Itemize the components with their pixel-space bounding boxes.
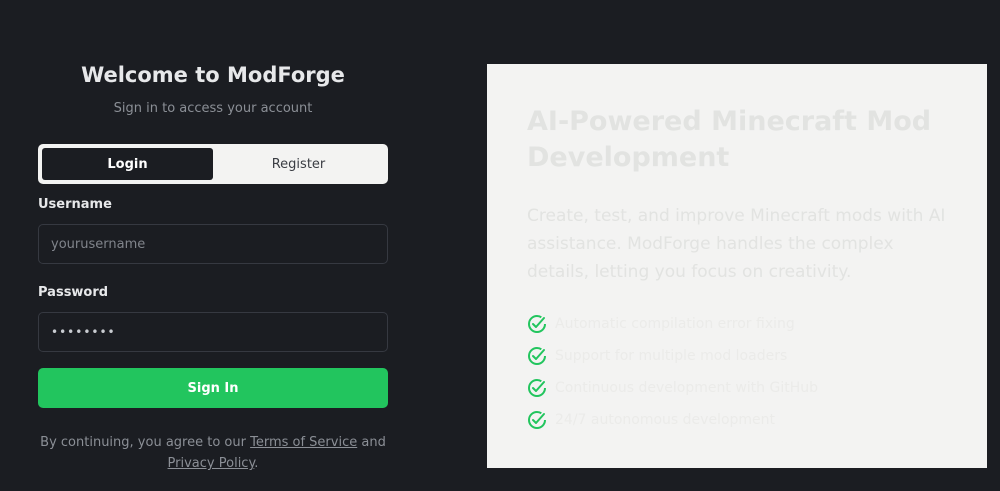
promo-panel: AI-Powered Minecraft Mod Development Cre… [487, 64, 987, 468]
feature-list: Automatic compilation error fixing Suppo… [527, 308, 818, 436]
legal-notice: By continuing, you agree to our Terms of… [38, 432, 388, 474]
feature-label: 24/7 autonomous development [555, 412, 776, 428]
sign-in-button[interactable]: Sign In [38, 368, 388, 408]
password-field[interactable]: •••••••• [38, 312, 388, 352]
feature-item: Support for multiple mod loaders [527, 340, 818, 372]
terms-link[interactable]: Terms of Service [250, 435, 357, 450]
auth-tabs: Login Register [38, 144, 388, 184]
page-subtitle: Sign in to access your account [113, 101, 313, 116]
check-circle-icon [527, 314, 547, 334]
username-field[interactable]: yourusername [38, 224, 388, 264]
feature-label: Continuous development with GitHub [555, 380, 818, 396]
password-value: •••••••• [51, 325, 116, 339]
check-circle-icon [527, 346, 547, 366]
legal-and: and [361, 435, 386, 450]
tab-login[interactable]: Login [42, 148, 213, 180]
feature-item: Automatic compilation error fixing [527, 308, 818, 340]
feature-label: Automatic compilation error fixing [555, 316, 795, 332]
promo-description: Create, test, and improve Minecraft mods… [527, 206, 946, 282]
username-label: Username [38, 197, 112, 212]
legal-prefix: By continuing, you agree to our [40, 435, 246, 450]
promo-title: AI-Powered Minecraft Mod Development [527, 106, 932, 173]
login-panel: Welcome to ModForge Sign in to access yo… [38, 0, 388, 491]
feature-label: Support for multiple mod loaders [555, 348, 788, 364]
check-circle-icon [527, 410, 547, 430]
check-circle-icon [527, 378, 547, 398]
legal-suffix: . [254, 456, 259, 471]
username-placeholder: yourusername [51, 236, 146, 252]
privacy-link[interactable]: Privacy Policy [168, 456, 255, 471]
password-label: Password [38, 285, 109, 300]
tab-register[interactable]: Register [213, 148, 384, 180]
feature-item: 24/7 autonomous development [527, 404, 818, 436]
feature-item: Continuous development with GitHub [527, 372, 818, 404]
page-title: Welcome to ModForge [81, 63, 345, 87]
